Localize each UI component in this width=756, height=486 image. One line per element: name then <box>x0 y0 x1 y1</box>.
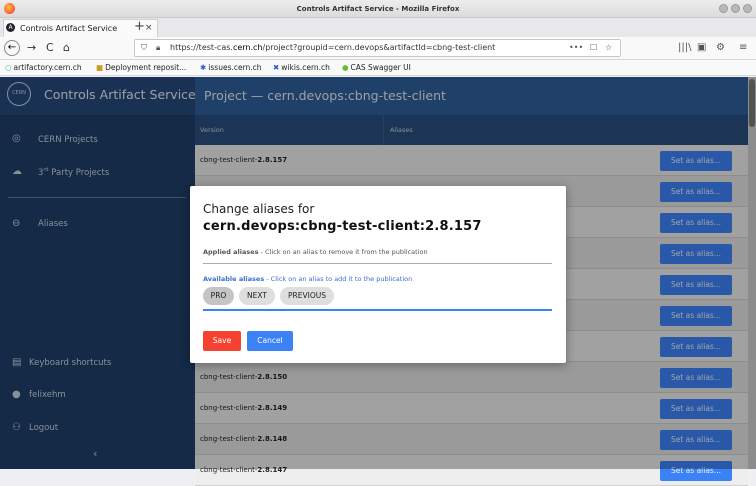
pocket-icon[interactable]: ☐ <box>590 40 597 56</box>
alias-chip-previous[interactable]: PREVIOUS <box>280 287 334 305</box>
reload-button[interactable]: C <box>46 39 54 57</box>
page-actions-icon[interactable]: ••• <box>569 40 583 56</box>
lock-icon[interactable]: 🔒︎ <box>156 40 160 56</box>
available-aliases-field[interactable] <box>203 309 552 311</box>
bookmark-artifactory[interactable]: ○ artifactory.cern.ch <box>5 60 82 75</box>
swagger-icon: ● <box>342 63 349 72</box>
maximize-window-icon[interactable] <box>731 4 740 13</box>
home-button[interactable]: ⌂ <box>63 39 70 57</box>
back-button[interactable]: ← <box>4 40 20 56</box>
alias-chip-next[interactable]: NEXT <box>239 287 275 305</box>
artifactory-icon: ○ <box>5 63 12 72</box>
applied-aliases-label: Applied aliases - Click on an alias to r… <box>203 248 428 256</box>
url-text[interactable]: https://test-cas.cern.ch/project?groupid… <box>170 40 495 56</box>
sidebar-toggle-icon[interactable]: ▣ <box>697 39 706 57</box>
firefox-logo-icon <box>4 3 15 14</box>
bookmark-issues[interactable]: ✱ issues.cern.ch <box>200 60 262 75</box>
tab-close-icon[interactable]: × <box>145 19 153 37</box>
forward-button[interactable]: → <box>27 39 36 57</box>
bookmark-wikis[interactable]: ✖ wikis.cern.ch <box>273 60 330 75</box>
bookmark-deployment[interactable]: ■ Deployment reposit... <box>96 60 186 75</box>
alias-chip-pro[interactable]: PRO <box>203 287 234 305</box>
menu-icon[interactable]: ≡ <box>739 39 747 57</box>
library-icon[interactable]: |||\ <box>678 39 691 57</box>
new-tab-button[interactable]: + <box>134 17 145 37</box>
bookmarks-bar: ○ artifactory.cern.ch ■ Deployment reposit… <box>0 60 756 76</box>
minimize-window-icon[interactable] <box>719 4 728 13</box>
extension-icon[interactable]: ⚙ <box>716 39 725 57</box>
jira-icon: ✱ <box>200 63 207 72</box>
dialog-artifact-coordinates: cern.devops:cbng-test-client:2.8.157 <box>203 219 482 234</box>
url-bar[interactable]: ⛉ 🔒︎ https://test-cas.cern.ch/project?gr… <box>134 39 621 57</box>
window-title: Controls Artifact Service - Mozilla Fire… <box>296 5 460 13</box>
window-title-bar: Controls Artifact Service - Mozilla Fire… <box>0 0 756 18</box>
shield-icon[interactable]: ⛉ <box>141 40 147 56</box>
tab-favicon-icon: A <box>6 23 15 32</box>
confluence-icon: ✖ <box>273 63 280 72</box>
save-button[interactable]: Save <box>203 331 241 351</box>
deployment-icon: ■ <box>96 63 104 72</box>
applied-aliases-field[interactable] <box>203 263 552 264</box>
dialog-title: Change aliases for <box>203 202 315 216</box>
bookmark-star-icon[interactable]: ☆ <box>605 40 612 56</box>
cancel-button[interactable]: Cancel <box>247 331 293 351</box>
available-aliases-label: Available aliases - Click on an alias to… <box>203 275 413 283</box>
close-window-icon[interactable] <box>743 4 752 13</box>
tab-label: Controls Artifact Service <box>20 24 118 33</box>
bookmark-swagger[interactable]: ● CAS Swagger UI <box>342 60 411 75</box>
